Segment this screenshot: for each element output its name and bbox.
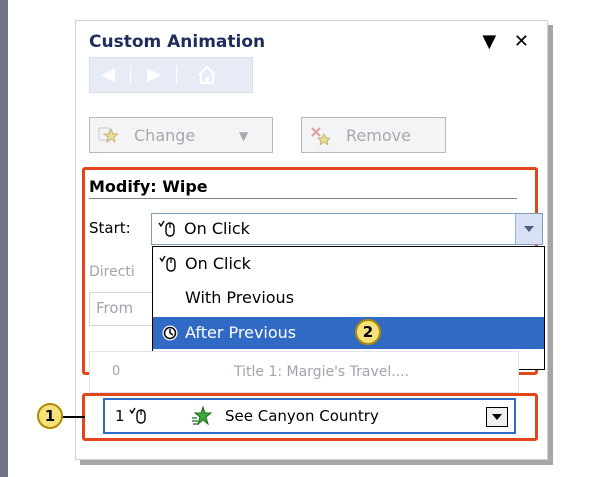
change-button[interactable]: Change ▼ — [89, 117, 273, 153]
callout-1-leader — [62, 416, 85, 418]
modify-section-title: Modify: Wipe — [89, 177, 208, 196]
list-item-number: 1 — [115, 407, 125, 425]
change-button-label: Change — [134, 126, 196, 145]
list-ghost-number: 0 — [112, 364, 121, 379]
forward-arrow-icon[interactable]: ▶ — [140, 63, 168, 87]
callout-2: 2 — [355, 319, 381, 345]
window-left-edge — [0, 0, 8, 477]
nav-separator — [176, 66, 177, 84]
list-item[interactable]: 1 See Canyon Country — [103, 398, 516, 434]
custom-animation-pane: Custom Animation ▼ ✕ ◀ ▶ Change ▼ Remove… — [75, 20, 548, 460]
start-label: Start: — [89, 219, 131, 237]
animation-list: 0 Title 1: Margie's Travel.... — [89, 351, 519, 393]
mouse-click-icon — [158, 220, 175, 237]
remove-button-label: Remove — [346, 126, 411, 145]
option-on-click[interactable]: On Click — [153, 249, 544, 279]
list-item-text: See Canyon Country — [225, 407, 379, 425]
entrance-effect-icon — [192, 406, 213, 426]
remove-button[interactable]: Remove — [301, 117, 446, 153]
option-label: After Previous — [185, 323, 297, 342]
pane-menu-dropdown-icon[interactable]: ▼ — [482, 31, 502, 52]
direction-select-value: From — [96, 299, 134, 317]
section-divider — [89, 198, 517, 199]
option-label: With Previous — [185, 288, 295, 307]
option-with-previous[interactable]: With Previous — [153, 283, 544, 313]
list-ghost-text: Title 1: Margie's Travel.... — [234, 364, 410, 380]
callout-1: 1 — [37, 403, 63, 429]
start-select[interactable]: On Click — [151, 213, 543, 245]
change-effect-icon — [98, 127, 118, 144]
mouse-click-icon — [129, 407, 146, 424]
change-dropdown-icon: ▼ — [239, 129, 249, 143]
option-after-previous[interactable]: After Previous — [153, 317, 544, 349]
home-icon[interactable] — [190, 63, 224, 87]
list-item-dropdown-icon[interactable] — [486, 407, 508, 427]
start-select-value: On Click — [184, 219, 250, 238]
pane-controls: ▼ ✕ — [482, 31, 535, 52]
mouse-click-icon — [159, 255, 176, 272]
start-select-arrow-icon[interactable] — [515, 214, 542, 244]
pane-close-icon[interactable]: ✕ — [514, 31, 535, 52]
direction-select[interactable]: From — [89, 292, 161, 326]
navigation-bar: ◀ ▶ — [89, 57, 253, 93]
back-arrow-icon[interactable]: ◀ — [94, 63, 122, 87]
nav-separator — [130, 66, 131, 84]
pane-title: Custom Animation — [89, 32, 266, 52]
clock-icon — [162, 325, 178, 341]
option-label: On Click — [185, 254, 251, 273]
direction-label: Directi — [89, 264, 135, 280]
remove-effect-icon — [311, 127, 330, 145]
